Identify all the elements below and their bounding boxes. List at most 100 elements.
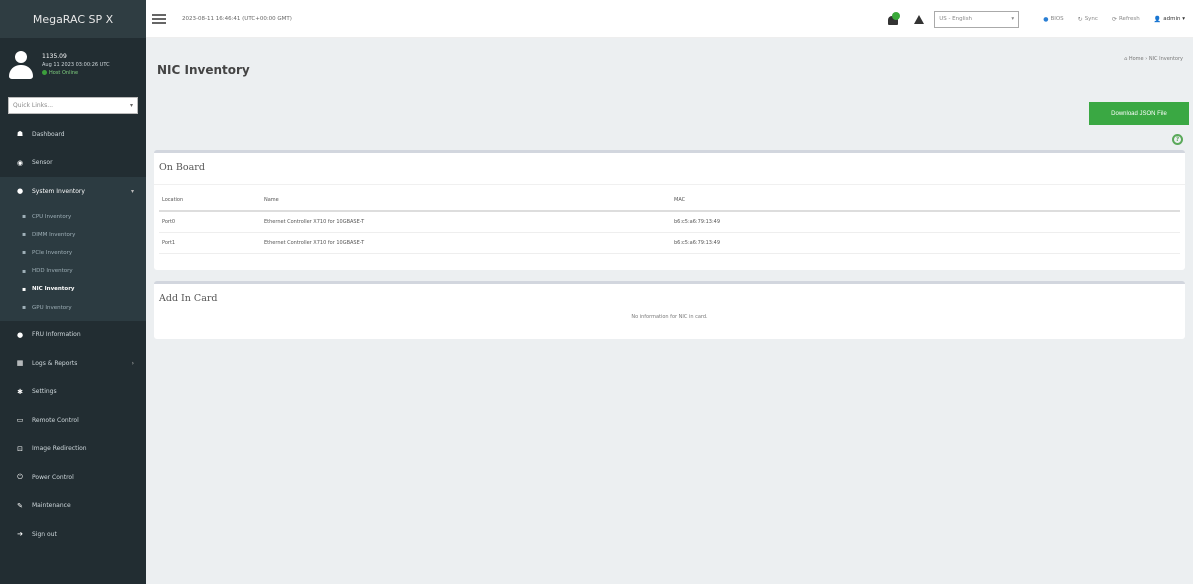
quick-links-placeholder: Quick Links... [13, 102, 54, 109]
sync-button[interactable]: ↻ Sync [1078, 16, 1098, 23]
sidebar-item-nic-inventory[interactable]: ▪ NIC Inventory [0, 280, 146, 298]
sidebar-item-label: Power Control [32, 473, 74, 481]
sidebar-item-label: Logs & Reports [32, 359, 78, 367]
help-icon[interactable]: ? [1172, 134, 1183, 145]
column-header-name[interactable]: Name [261, 189, 671, 212]
column-header-mac[interactable]: MAC [671, 189, 1180, 212]
refresh-label: Refresh [1118, 16, 1140, 22]
sidebar-item-remote-control[interactable]: ▭ Remote Control [0, 406, 146, 435]
user-icon: 👤 [1153, 15, 1162, 23]
column-header-location[interactable]: Location [159, 189, 261, 212]
table-header-row: Location Name MAC [159, 189, 1180, 212]
sidebar-item-system-inventory[interactable]: ● System Inventory ▾ [0, 177, 146, 206]
sidebar-item-label: Settings [32, 388, 57, 396]
user-panel: 1135.09 Aug 11 2023 03:00:26 UTC Host On… [0, 38, 146, 92]
cell-name: Ethernet Controller X710 for 10GBASE-T [261, 211, 671, 233]
language-select[interactable]: US - English ▾ [934, 10, 1020, 28]
wrench-icon: ✎ [17, 501, 23, 510]
last-login: Aug 11 2023 03:00:26 UTC [42, 62, 110, 68]
power-icon: ⏻ [17, 472, 23, 481]
chevron-right-icon: › [131, 359, 134, 367]
sidebar-subitem-label: NIC Inventory [32, 286, 75, 293]
bullet-icon: ▪ [22, 285, 27, 293]
sidebar-item-dashboard[interactable]: ☗ Dashboard [0, 120, 146, 149]
chevron-down-icon: ▾ [1180, 16, 1185, 22]
chevron-down-icon: ▾ [1011, 16, 1015, 22]
monitor-icon: ▭ [16, 416, 24, 425]
sync-label: Sync [1084, 16, 1098, 22]
refresh-button[interactable]: ⟳ Refresh [1112, 16, 1140, 23]
bullet-icon: ▪ [22, 249, 27, 257]
user-menu[interactable]: 👤 admin ▾ [1154, 16, 1185, 23]
sidebar-subitem-label: DIMM Inventory [32, 231, 76, 238]
refresh-icon: ⟳ [1111, 15, 1117, 23]
table-row: Port0 Ethernet Controller X710 for 10GBA… [159, 211, 1180, 233]
brand-logo[interactable]: MegaRAC SP X [0, 0, 146, 38]
notification-bell-icon[interactable] [886, 12, 901, 26]
bios-label: BIOS [1050, 16, 1064, 22]
warning-icon[interactable] [914, 14, 925, 24]
inventory-icon: ● [16, 187, 24, 196]
download-json-button[interactable]: Download JSON File [1089, 102, 1189, 125]
host-status: Host Online [42, 69, 110, 77]
cell-mac: b6:c5:a6:79:13:49 [671, 232, 1180, 254]
cell-mac: b6:c5:a6:79:13:49 [671, 211, 1180, 233]
bullet-icon: ▪ [22, 213, 27, 221]
signout-icon: ➔ [17, 530, 23, 539]
user-info: 1135.09 Aug 11 2023 03:00:26 UTC Host On… [42, 53, 110, 77]
user-name: 1135.09 [42, 53, 67, 60]
sidebar-item-label: Image Redirection [32, 445, 87, 453]
sidebar-item-dimm-inventory[interactable]: ▪ DIMM Inventory [0, 226, 146, 244]
user-menu-label: admin [1163, 16, 1181, 22]
sidebar-item-logs-reports[interactable]: ▦ Logs & Reports › [0, 349, 146, 378]
sidebar-item-fru-information[interactable]: ● FRU Information [0, 321, 146, 350]
hamburger-menu-icon[interactable] [152, 12, 166, 26]
sidebar-item-pcie-inventory[interactable]: ▪ PCIe Inventory [0, 244, 146, 262]
chevron-down-icon: ▾ [130, 187, 134, 195]
sidebar-item-sign-out[interactable]: ➔ Sign out [0, 520, 146, 549]
sidebar-item-hdd-inventory[interactable]: ▪ HDD Inventory [0, 262, 146, 280]
sidebar-subitem-label: HDD Inventory [32, 268, 73, 275]
sensor-icon: ◉ [16, 158, 24, 167]
notification-badge [892, 12, 901, 20]
sidebar-item-label: FRU Information [32, 331, 81, 339]
sidebar-subitem-label: GPU Inventory [32, 304, 72, 311]
no-info-message: No information for NIC in card. [631, 314, 708, 320]
sidebar-item-image-redirection[interactable]: ⊡ Image Redirection [0, 435, 146, 464]
onboard-panel: On Board Location Name MAC Port0 Etherne… [154, 150, 1185, 270]
add-in-card-panel: Add In Card No information for NIC in ca… [154, 281, 1185, 339]
sidebar-item-power-control[interactable]: ⏻ Power Control [0, 463, 146, 492]
cell-location: Port1 [159, 232, 261, 254]
sidebar-item-label: Dashboard [32, 130, 65, 138]
quick-links-select[interactable]: Quick Links... ▾ [8, 97, 138, 114]
sidebar-item-maintenance[interactable]: ✎ Maintenance [0, 492, 146, 521]
bullet-icon: ▪ [22, 304, 27, 312]
header-actions: US - English ▾ ● BIOS ↻ Sync ⟳ Refresh 👤 adm… [886, 0, 1185, 38]
page-title: NIC Inventory [157, 63, 250, 77]
sidebar-item-gpu-inventory[interactable]: ▪ GPU Inventory [0, 298, 146, 316]
main-content: NIC Inventory ⌂ Home › NIC Inventory Dow… [146, 38, 1193, 584]
onboard-title: On Board [154, 153, 1185, 185]
bios-icon: ● [1043, 15, 1049, 23]
image-icon: ⊡ [17, 444, 23, 453]
sidebar-item-sensor[interactable]: ◉ Sensor [0, 149, 146, 178]
sidebar-item-cpu-inventory[interactable]: ▪ CPU Inventory [0, 208, 146, 226]
sidebar-item-label: Remote Control [32, 416, 79, 424]
add-in-card-title: Add In Card [159, 293, 218, 304]
language-value: US - English [939, 16, 973, 22]
bullet-icon: ▪ [22, 231, 27, 239]
breadcrumb-home[interactable]: Home [1129, 56, 1144, 62]
breadcrumb: ⌂ Home › NIC Inventory [1124, 56, 1183, 62]
host-status-label: Host Online [49, 70, 79, 76]
bios-link[interactable]: ● BIOS [1043, 16, 1063, 23]
sidebar-item-label: Maintenance [32, 502, 71, 510]
bmc-datetime: 2023-08-11 16:46:41 (UTC+00:00 GMT) [182, 15, 292, 22]
settings-icon: ✱ [17, 387, 23, 396]
bullet-icon: ▪ [22, 267, 27, 275]
sidebar-item-settings[interactable]: ✱ Settings [0, 378, 146, 407]
chevron-down-icon: ▾ [129, 102, 133, 109]
status-dot-icon [42, 70, 47, 75]
dashboard-icon: ☗ [16, 130, 24, 139]
sidebar-item-label: System Inventory [32, 187, 85, 195]
breadcrumb-current: NIC Inventory [1148, 56, 1183, 62]
